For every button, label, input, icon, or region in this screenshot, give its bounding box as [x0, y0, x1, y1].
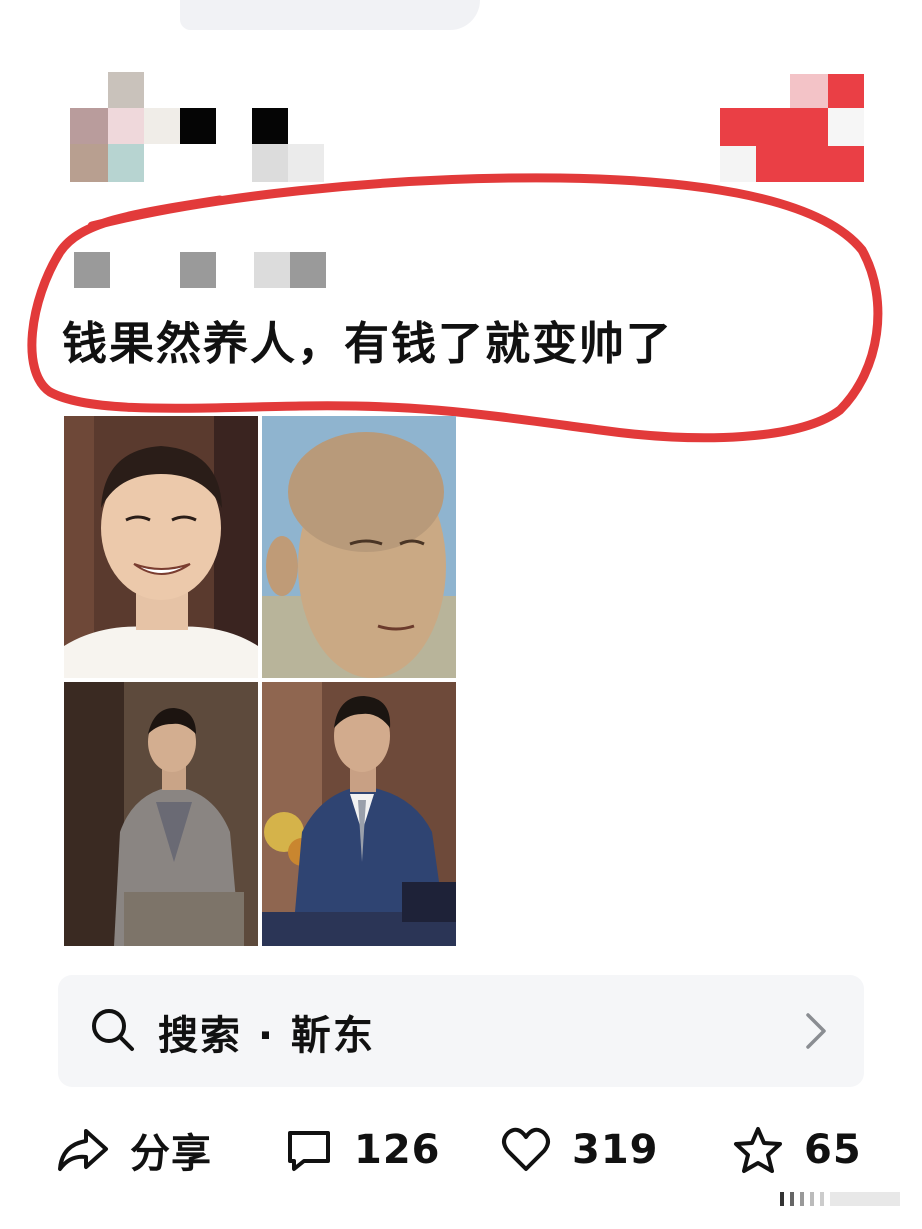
search-label: 搜索 · 靳东 [158, 1013, 376, 1059]
post-image-1[interactable] [64, 416, 258, 678]
heart-icon [502, 1127, 550, 1171]
red-annotation-ellipse [27, 173, 883, 443]
post-image-2[interactable] [262, 416, 456, 678]
favorite-button[interactable]: 65 [732, 1118, 862, 1182]
comment-button[interactable]: 126 [284, 1118, 441, 1182]
post-image-4[interactable] [262, 682, 456, 946]
star-icon [734, 1127, 782, 1173]
share-icon [58, 1129, 108, 1171]
like-count: 319 [572, 1127, 659, 1173]
mosaic-subtext [74, 252, 334, 288]
post-image-3[interactable] [64, 682, 258, 946]
watermark-stripes [780, 1192, 900, 1206]
share-button[interactable]: 分享 [56, 1118, 212, 1182]
top-bar-remnant [180, 0, 480, 30]
comment-icon [288, 1131, 330, 1171]
like-button[interactable]: 319 [500, 1118, 659, 1182]
post-image-grid[interactable] [64, 416, 456, 946]
search-icon [92, 1009, 134, 1051]
comment-count: 126 [354, 1127, 441, 1173]
avatar-mosaic[interactable] [70, 72, 330, 184]
post-text: 钱果然养人，有钱了就变帅了 [62, 317, 674, 370]
share-label: 分享 [130, 1131, 212, 1177]
chevron-right-icon [806, 1013, 826, 1049]
follow-button[interactable] [690, 74, 866, 182]
related-search-bar[interactable]: 搜索 · 靳东 [58, 975, 864, 1087]
favorite-count: 65 [804, 1127, 862, 1173]
